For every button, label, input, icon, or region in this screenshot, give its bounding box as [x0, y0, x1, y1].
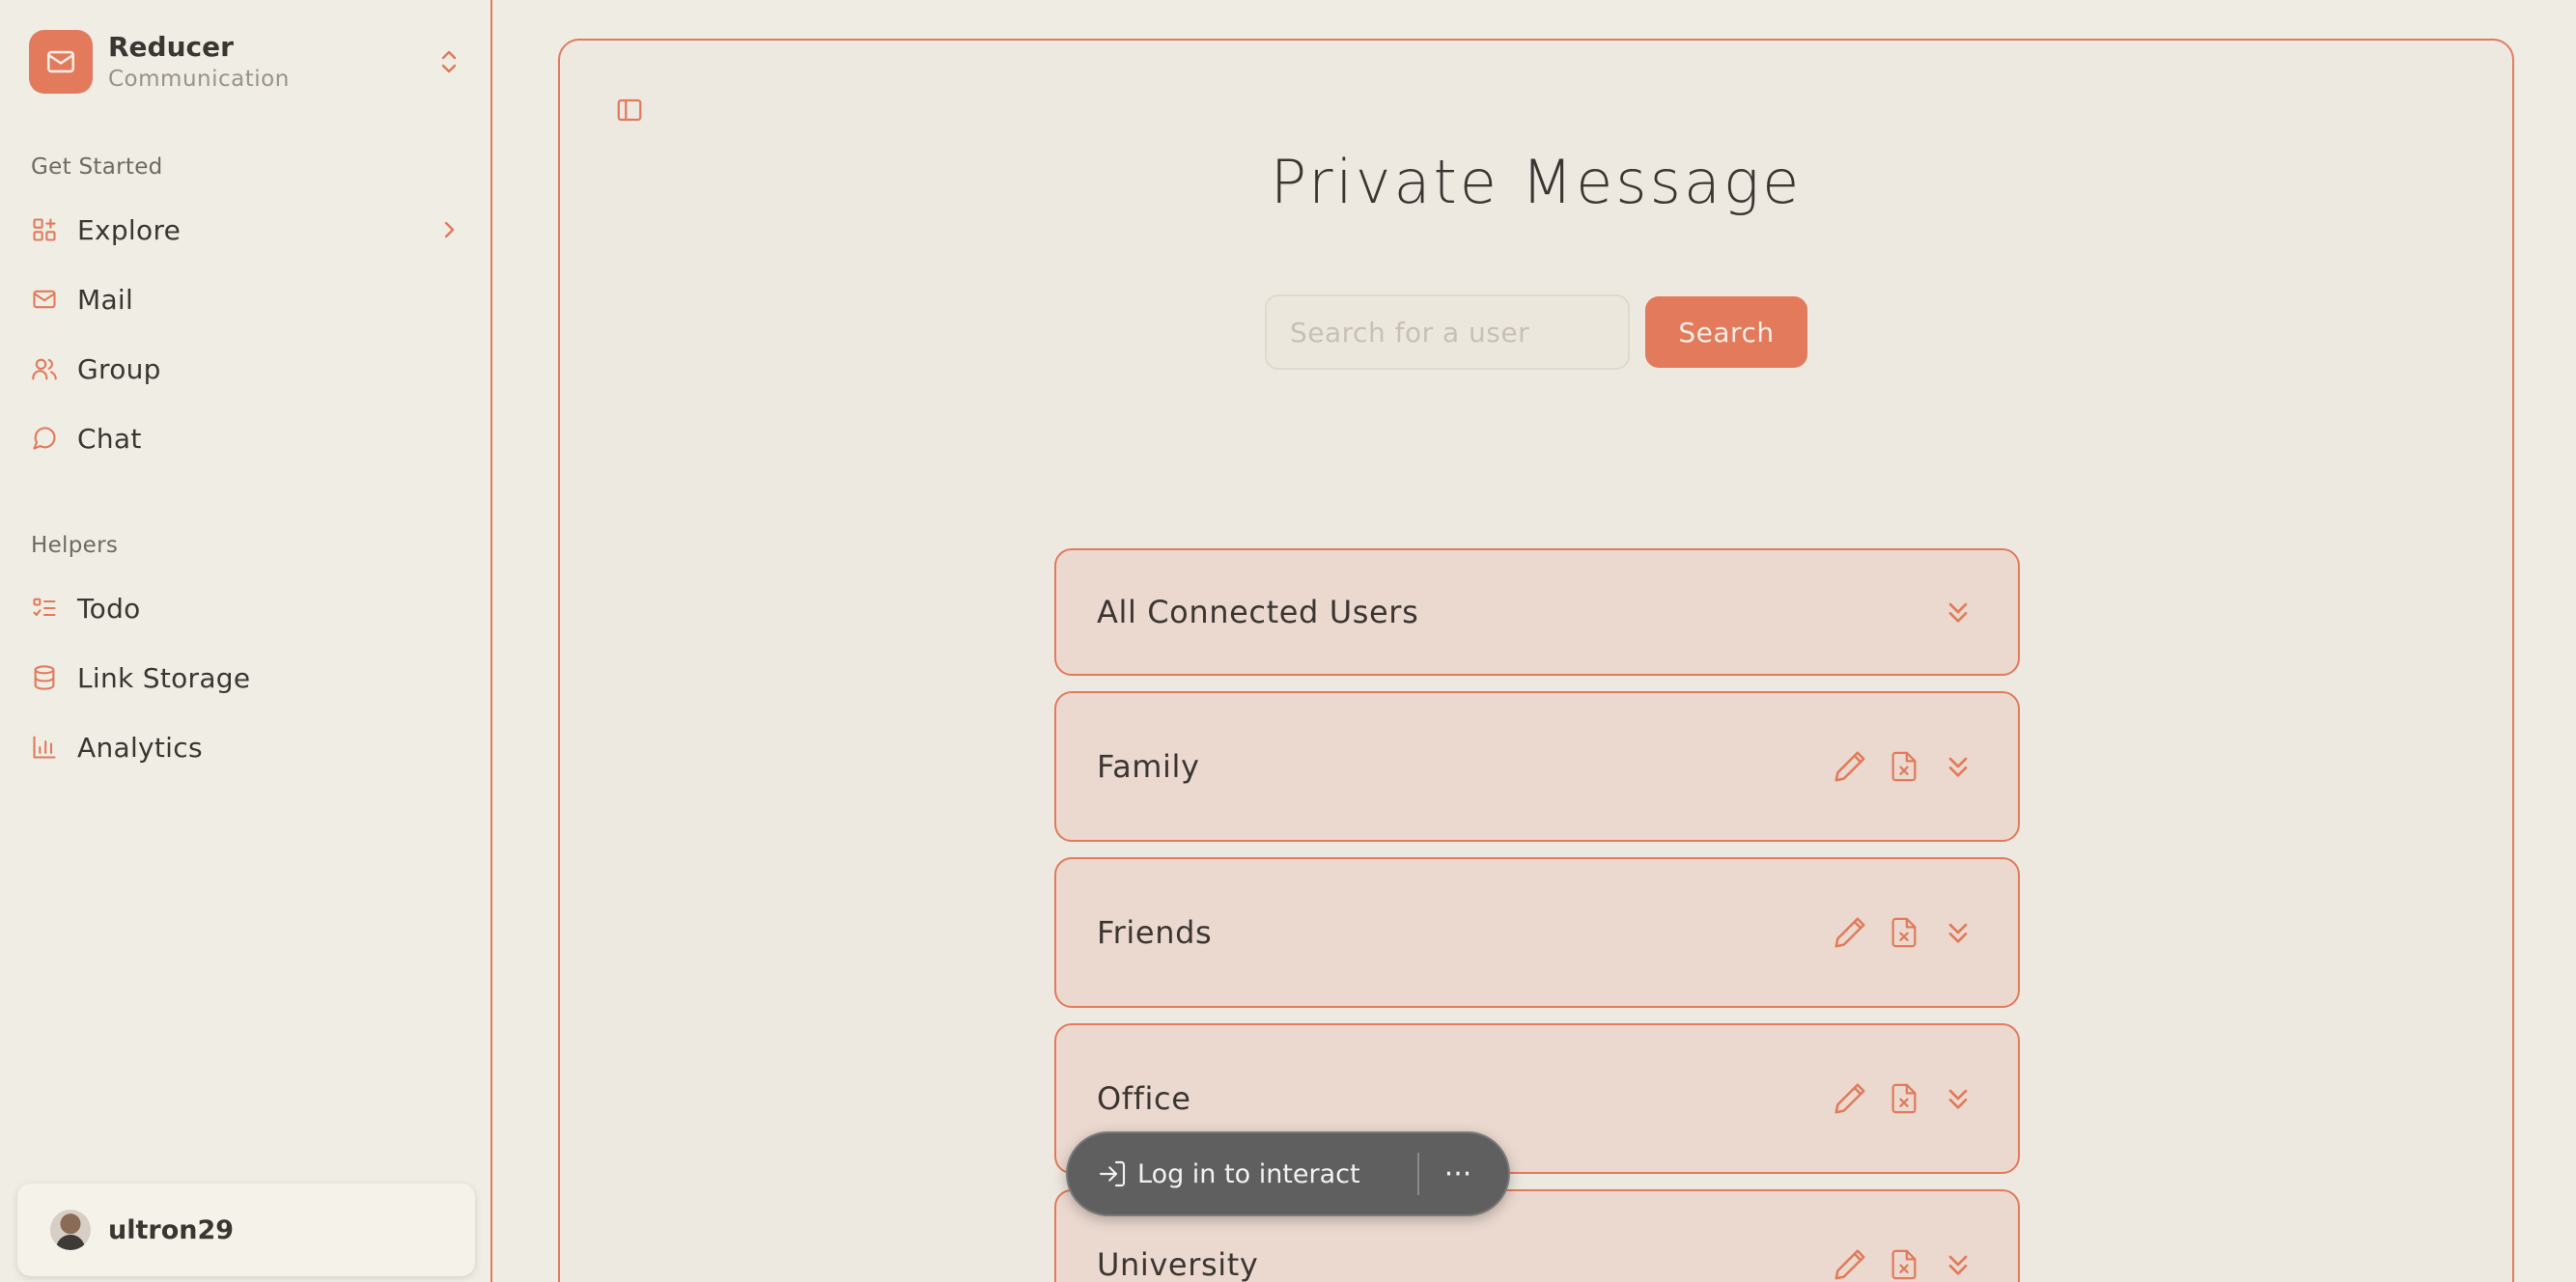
pencil-icon[interactable]: [1829, 1077, 1871, 1120]
pencil-icon[interactable]: [1829, 1243, 1871, 1282]
chevrons-down-icon[interactable]: [1937, 1243, 1979, 1282]
sidebar-item-label: Chat: [77, 422, 142, 455]
pencil-icon[interactable]: [1829, 911, 1871, 954]
list-todo-icon: [29, 593, 60, 624]
brand-text: Reducer Communication: [108, 30, 434, 94]
bar-chart-icon: [29, 732, 60, 763]
sidebar-item-label: Explore: [77, 213, 182, 246]
sidebar-toggle-icon[interactable]: [610, 91, 649, 129]
chevron-right-icon: [434, 215, 463, 244]
mail-icon: [29, 284, 60, 315]
sidebar-item-chat[interactable]: Chat: [29, 411, 463, 465]
users-icon: [29, 353, 60, 384]
chevrons-up-down-icon[interactable]: [434, 42, 463, 81]
sidebar-item-link-storage[interactable]: Link Storage: [29, 651, 463, 705]
log-in-icon: [1095, 1157, 1130, 1191]
login-button[interactable]: Log in to interact: [1137, 1159, 1417, 1189]
search-button[interactable]: Search: [1645, 296, 1807, 368]
mail-icon: [29, 30, 93, 94]
chevrons-down-icon[interactable]: [1937, 1077, 1979, 1120]
message-circle-icon: [29, 423, 60, 454]
grid-plus-icon: [29, 214, 60, 245]
search-bar: Search: [1265, 293, 1807, 371]
user-name: ultron29: [108, 1214, 235, 1245]
sidebar: Reducer Communication Get Started Explor…: [0, 0, 492, 1282]
sidebar-item-explore[interactable]: Explore: [29, 203, 463, 257]
sidebar-item-analytics[interactable]: Analytics: [29, 720, 463, 774]
main-panel: Private Message Search All Connected Use…: [558, 39, 2514, 1282]
group-item-all-connected-users[interactable]: All Connected Users: [1054, 548, 2020, 676]
group-actions: [1817, 1077, 1979, 1120]
database-icon: [29, 662, 60, 693]
chevrons-down-icon[interactable]: [1937, 591, 1979, 633]
chevrons-down-icon[interactable]: [1937, 911, 1979, 954]
sidebar-item-label: Link Storage: [77, 661, 251, 694]
group-name: Family: [1097, 748, 1200, 785]
group-name: All Connected Users: [1097, 594, 1419, 630]
file-x-icon[interactable]: [1883, 1243, 1925, 1282]
group-item-family[interactable]: Family: [1054, 691, 2020, 842]
app-root: Reducer Communication Get Started Explor…: [0, 0, 2576, 1282]
file-x-icon[interactable]: [1883, 1077, 1925, 1120]
user-menu[interactable]: ultron29: [17, 1184, 475, 1276]
login-toolbar: Log in to interact ···: [1066, 1131, 1510, 1216]
sidebar-item-label: Analytics: [77, 731, 203, 764]
brand-subtitle: Communication: [108, 67, 290, 92]
group-actions: [1817, 745, 1979, 788]
file-x-icon[interactable]: [1883, 745, 1925, 788]
sidebar-item-label: Todo: [77, 592, 141, 625]
more-options-button[interactable]: ···: [1419, 1145, 1497, 1203]
section-label-get-started: Get Started: [31, 154, 163, 180]
chevrons-down-icon[interactable]: [1937, 745, 1979, 788]
group-name: Friends: [1097, 914, 1213, 951]
sidebar-item-label: Mail: [77, 283, 134, 316]
group-name: University: [1097, 1246, 1259, 1282]
group-actions: [1817, 1243, 1979, 1282]
group-actions: [1817, 911, 1979, 954]
group-name: Office: [1097, 1080, 1191, 1117]
brand-name: Reducer: [108, 31, 234, 63]
search-input[interactable]: [1265, 294, 1630, 370]
section-label-helpers: Helpers: [31, 533, 119, 558]
file-x-icon[interactable]: [1883, 911, 1925, 954]
page-title: Private Message: [1270, 147, 1803, 217]
sidebar-item-todo[interactable]: Todo: [29, 581, 463, 635]
pencil-icon[interactable]: [1829, 745, 1871, 788]
sidebar-item-group[interactable]: Group: [29, 342, 463, 396]
group-actions: [1925, 591, 1979, 633]
avatar: [50, 1210, 91, 1250]
brand-switcher[interactable]: Reducer Communication: [29, 25, 463, 98]
group-item-friends[interactable]: Friends: [1054, 857, 2020, 1008]
sidebar-item-mail[interactable]: Mail: [29, 272, 463, 326]
sidebar-item-label: Group: [77, 352, 161, 385]
